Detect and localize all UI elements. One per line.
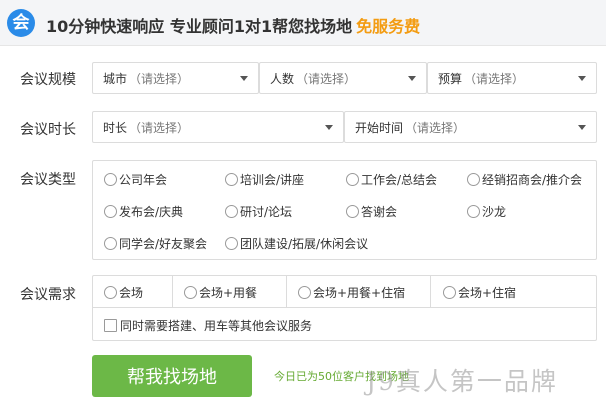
- type-option[interactable]: 经销招商会/推介会: [467, 171, 582, 188]
- header-headline: 10分钟快速响应 专业顾问1对1帮您找场地 免服务费: [46, 13, 420, 37]
- type-option[interactable]: 团队建设/拓展/休闲会议: [225, 235, 368, 252]
- find-venue-button[interactable]: 帮我找场地: [92, 355, 252, 397]
- radio-icon: [225, 173, 238, 186]
- radio-icon: [225, 205, 238, 218]
- needs-row-divider: [92, 307, 597, 308]
- city-select[interactable]: 城市 （请选择）: [92, 62, 259, 94]
- start-time-select[interactable]: 开始时间 （请选择）: [344, 111, 597, 143]
- needs-label: 会议需求: [20, 287, 76, 303]
- checkbox-icon: [104, 319, 117, 332]
- headline-text: 10分钟快速响应 专业顾问1对1帮您找场地: [46, 17, 353, 36]
- radio-icon: [225, 237, 238, 250]
- budget-select[interactable]: 预算 （请选择）: [427, 62, 597, 94]
- type-option[interactable]: 工作会/总结会: [346, 171, 437, 188]
- needs-option[interactable]: 会场: [104, 284, 143, 301]
- chevron-down-icon: [325, 125, 333, 130]
- meeting-logo-icon: 会: [7, 9, 35, 37]
- radio-icon: [346, 173, 359, 186]
- radio-icon: [467, 173, 480, 186]
- chevron-down-icon: [578, 76, 586, 81]
- type-option[interactable]: 公司年会: [104, 171, 167, 188]
- radio-icon: [298, 286, 311, 299]
- chevron-down-icon: [240, 76, 248, 81]
- needs-option[interactable]: 会场+住宿: [443, 284, 516, 301]
- radio-icon: [104, 173, 117, 186]
- duration-label: 会议时长: [20, 122, 76, 138]
- type-option[interactable]: 沙龙: [467, 203, 506, 220]
- chevron-down-icon: [408, 76, 416, 81]
- radio-icon: [104, 286, 117, 299]
- promo-header: 会 10分钟快速响应 专业顾问1对1帮您找场地 免服务费: [0, 0, 606, 46]
- chevron-down-icon: [578, 125, 586, 130]
- type-label: 会议类型: [20, 172, 76, 188]
- free-service-label: 免服务费: [356, 17, 421, 36]
- radio-icon: [184, 286, 197, 299]
- radio-icon: [104, 205, 117, 218]
- headcount-select[interactable]: 人数 （请选择）: [259, 62, 427, 94]
- duration-select[interactable]: 时长 （请选择）: [92, 111, 344, 143]
- watermark-text: J9真人第一品牌: [366, 367, 558, 396]
- radio-icon: [346, 205, 359, 218]
- radio-icon: [467, 205, 480, 218]
- needs-option[interactable]: 会场+用餐+住宿: [298, 284, 405, 301]
- extra-services-checkbox[interactable]: 同时需要搭建、用车等其他会议服务: [104, 317, 312, 334]
- type-option[interactable]: 答谢会: [346, 203, 397, 220]
- type-option[interactable]: 培训会/讲座: [225, 171, 304, 188]
- radio-icon: [443, 286, 456, 299]
- type-option[interactable]: 发布会/庆典: [104, 203, 183, 220]
- scale-label: 会议规模: [20, 72, 76, 88]
- radio-icon: [104, 237, 117, 250]
- type-option[interactable]: 同学会/好友聚会: [104, 235, 207, 252]
- needs-option[interactable]: 会场+用餐: [184, 284, 257, 301]
- type-option[interactable]: 研讨/论坛: [225, 203, 292, 220]
